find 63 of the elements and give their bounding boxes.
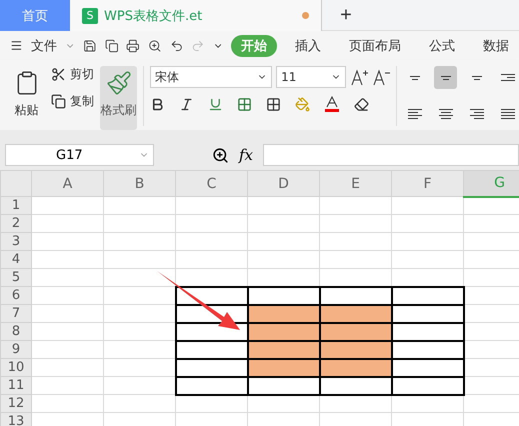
menu-icon[interactable] — [10, 38, 23, 53]
row-header[interactable]: 12 — [0, 394, 32, 412]
row-header[interactable]: 9 — [0, 340, 32, 358]
fill-color-icon[interactable] — [295, 96, 310, 112]
row-header[interactable]: 8 — [0, 322, 32, 340]
column-header[interactable]: C — [176, 170, 248, 196]
document-tab[interactable]: S WPS表格文件.et — [70, 0, 322, 31]
borders-icon[interactable] — [237, 96, 252, 112]
row-header[interactable]: 13 — [0, 412, 32, 426]
align-icon — [470, 108, 484, 118]
grow-font-icon[interactable] — [350, 68, 368, 86]
column-header[interactable]: F — [392, 170, 464, 196]
spreadsheet-logo-icon: S — [82, 8, 98, 24]
font-color-icon[interactable] — [324, 96, 340, 112]
align-icon — [410, 76, 420, 80]
formula-input[interactable] — [263, 144, 519, 166]
row-header[interactable]: 10 — [0, 358, 32, 376]
file-menu[interactable]: 文件 — [30, 36, 57, 54]
font-select[interactable]: 宋体 — [150, 66, 272, 88]
column-header[interactable]: B — [104, 170, 176, 196]
underline-icon[interactable] — [208, 96, 224, 112]
home-tab[interactable]: 首页 — [0, 0, 70, 31]
align-icon — [438, 108, 452, 118]
align-icon — [472, 76, 482, 80]
align-icon — [500, 74, 514, 81]
save-icon[interactable] — [83, 38, 97, 54]
font-size-select[interactable]: 11 — [276, 66, 346, 88]
column-header[interactable]: A — [32, 170, 104, 196]
row-header[interactable]: 3 — [0, 232, 32, 250]
row-header[interactable]: 5 — [0, 268, 32, 286]
copy-icon — [51, 94, 66, 109]
copy-button[interactable]: 复制 — [51, 93, 94, 110]
brush-icon — [106, 70, 132, 96]
name-box[interactable]: G17 — [5, 144, 154, 166]
row-header[interactable]: 7 — [0, 304, 32, 322]
italic-icon[interactable] — [179, 96, 194, 112]
bold-icon[interactable] — [150, 96, 166, 112]
format-painter-button[interactable]: 格式刷 — [100, 66, 138, 130]
new-tab-button[interactable]: + — [322, 0, 370, 30]
copy-icon[interactable] — [104, 38, 118, 54]
ribbon-tab[interactable]: 插入 — [284, 34, 331, 56]
ribbon-tab[interactable]: 公式 — [418, 34, 465, 56]
row-header[interactable]: 2 — [0, 214, 32, 232]
column-header[interactable]: E — [320, 170, 392, 196]
shrink-font-icon[interactable] — [372, 68, 390, 86]
ribbon-tab[interactable]: 数据 — [472, 34, 519, 56]
paste-button[interactable]: 粘贴 — [8, 66, 46, 130]
align-button[interactable] — [434, 66, 457, 89]
align-icon — [440, 76, 450, 80]
row-header[interactable]: 6 — [0, 286, 32, 304]
align-icon — [500, 108, 514, 118]
function-label[interactable]: fx — [239, 146, 254, 164]
scissors-icon — [51, 67, 66, 82]
ribbon-tab[interactable]: 页面布局 — [338, 34, 411, 56]
print-icon[interactable] — [126, 38, 140, 54]
row-header[interactable]: 1 — [0, 196, 32, 214]
row-header[interactable]: 4 — [0, 250, 32, 268]
zoom-icon[interactable] — [212, 146, 229, 164]
eraser-icon[interactable] — [354, 96, 370, 112]
row-header[interactable]: 11 — [0, 376, 32, 394]
column-header[interactable]: D — [248, 170, 320, 196]
cut-button[interactable]: 剪切 — [51, 66, 94, 83]
align-icon — [408, 108, 422, 118]
